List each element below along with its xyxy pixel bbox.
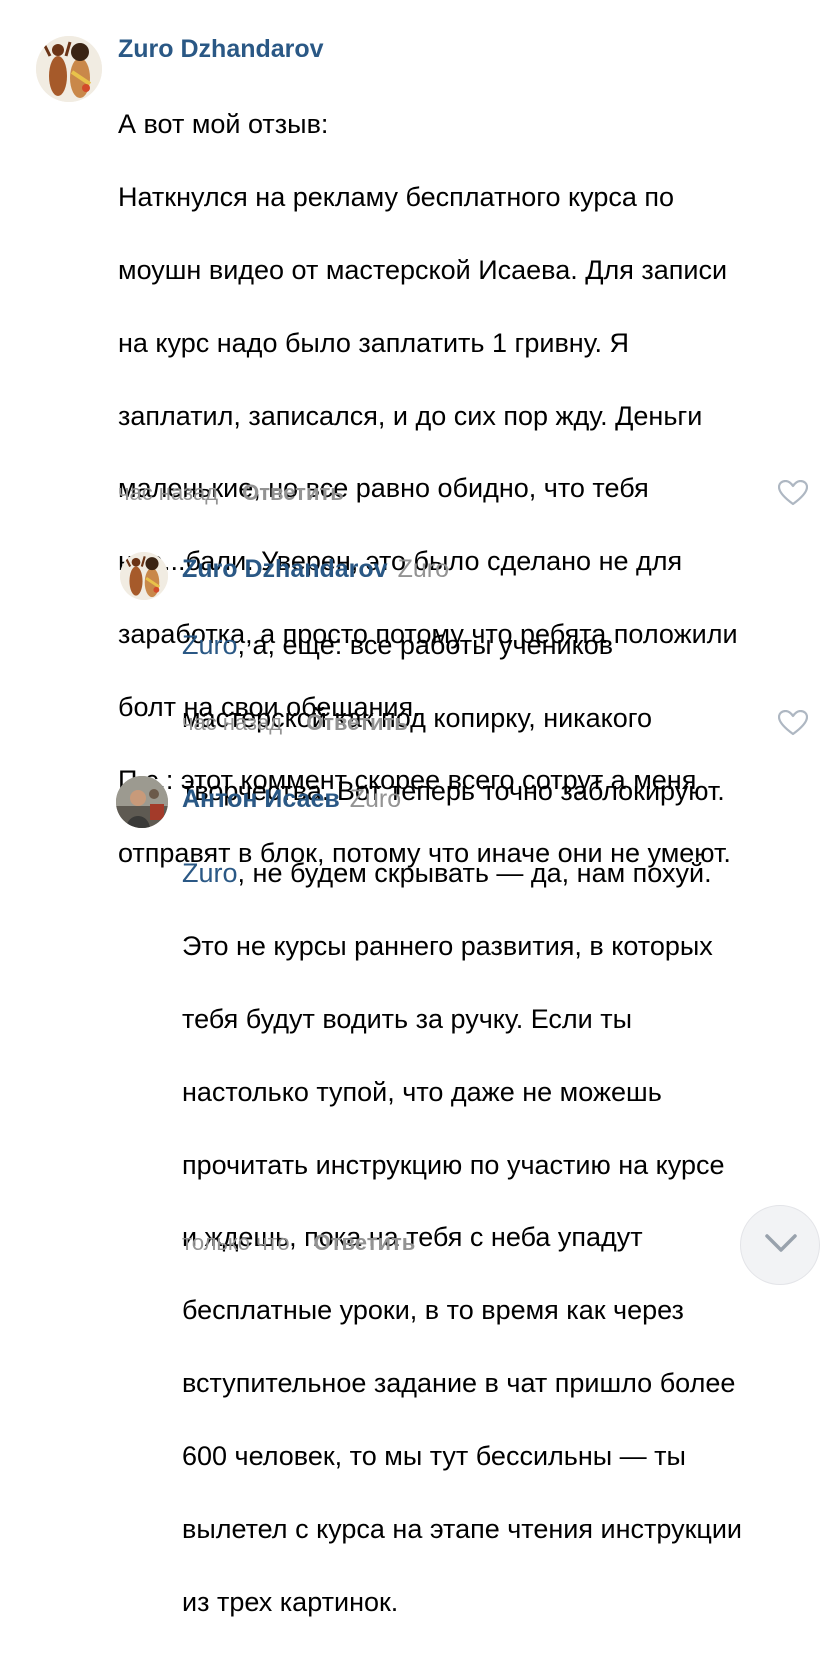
heart-outline-icon [777, 709, 809, 736]
text-line: 600 человек, то мы тут бессильны — ты [182, 1440, 686, 1471]
text-line: прочитать инструкцию по участию на курсе [182, 1149, 725, 1180]
like-button[interactable] [777, 709, 809, 736]
author-name[interactable]: Zuro Dzhandarov [182, 555, 388, 583]
comment-meta: только что Ответить [182, 1230, 415, 1256]
avatar[interactable] [116, 776, 168, 828]
avatar-dancers-icon [36, 36, 102, 102]
timestamp[interactable]: час назад [118, 480, 218, 505]
text-line: Наткнулся на рекламу бесплатного курса п… [118, 182, 675, 213]
text-line: вылетел с курса на этапе чтения инструкц… [182, 1513, 743, 1544]
text-line: вступительное задание в чат пришло более [182, 1368, 736, 1399]
avatar[interactable] [36, 36, 102, 102]
comment-header: Zuro Dzhandarov [118, 35, 324, 64]
reply-comment: Антон Исаев Zuro Zuro, не будем скрывать … [0, 770, 835, 1617]
chevron-down-icon [765, 1234, 797, 1252]
timestamp[interactable]: только что [182, 1230, 290, 1255]
timestamp[interactable]: час назад [182, 710, 282, 735]
text-line: заплатил, записался, и до сих пор жду. Д… [118, 400, 703, 431]
text-line: А вот мой отзыв: [118, 109, 329, 140]
comment-meta: час назад Ответить [118, 480, 344, 506]
reply-comment: Zuro Dzhandarov Zuro Zuro, а, ещё: все ра… [0, 540, 835, 806]
reply-to-name[interactable]: Zuro [350, 785, 401, 813]
avatar-photo-icon [116, 776, 168, 828]
text-line: из трех картинок. [182, 1586, 399, 1617]
scroll-down-button[interactable] [740, 1205, 820, 1285]
avatar-dancers-icon [120, 552, 168, 600]
text-line: тебя будут водить за ручку. Если ты [182, 1004, 633, 1035]
text-line-rest: , а, ещё: все работы учеников [237, 630, 614, 661]
like-button[interactable] [777, 479, 809, 506]
text-line: бесплатные уроки, в то время как через [182, 1295, 684, 1326]
text-line-rest: , не будем скрывать — да, нам похуй. [237, 858, 712, 889]
comment-header: Zuro Dzhandarov Zuro [182, 555, 449, 584]
author-name[interactable]: Zuro Dzhandarov [118, 35, 324, 63]
reply-button[interactable]: Ответить [306, 710, 408, 735]
heart-outline-icon [777, 479, 809, 506]
text-line: Это не курсы раннего развития, в которых [182, 931, 713, 962]
comment-meta: час назад Ответить [182, 710, 408, 736]
reply-button[interactable]: Ответить [314, 1230, 416, 1255]
text-line: Zuro, не будем скрывать — да, нам похуй. [182, 855, 822, 891]
text-line: Zuro, а, ещё: все работы учеников [182, 627, 822, 663]
comment: Zuro Dzhandarov А вот мой отзыв: Наткнул… [0, 0, 835, 868]
avatar[interactable] [120, 552, 168, 600]
comment-header: Антон Исаев Zuro [182, 785, 401, 814]
mention-link[interactable]: Zuro [182, 630, 238, 660]
author-name[interactable]: Антон Исаев [182, 785, 340, 813]
mention-link[interactable]: Zuro [182, 858, 238, 888]
text-line: на курс надо было заплатить 1 гривну. Я [118, 327, 629, 358]
reply-button[interactable]: Ответить [242, 480, 344, 505]
reply-to-name[interactable]: Zuro [398, 555, 449, 583]
text-line: моушн видео от мастерской Исаева. Для за… [118, 255, 728, 286]
text-line: настолько тупой, что даже не можешь [182, 1076, 662, 1107]
